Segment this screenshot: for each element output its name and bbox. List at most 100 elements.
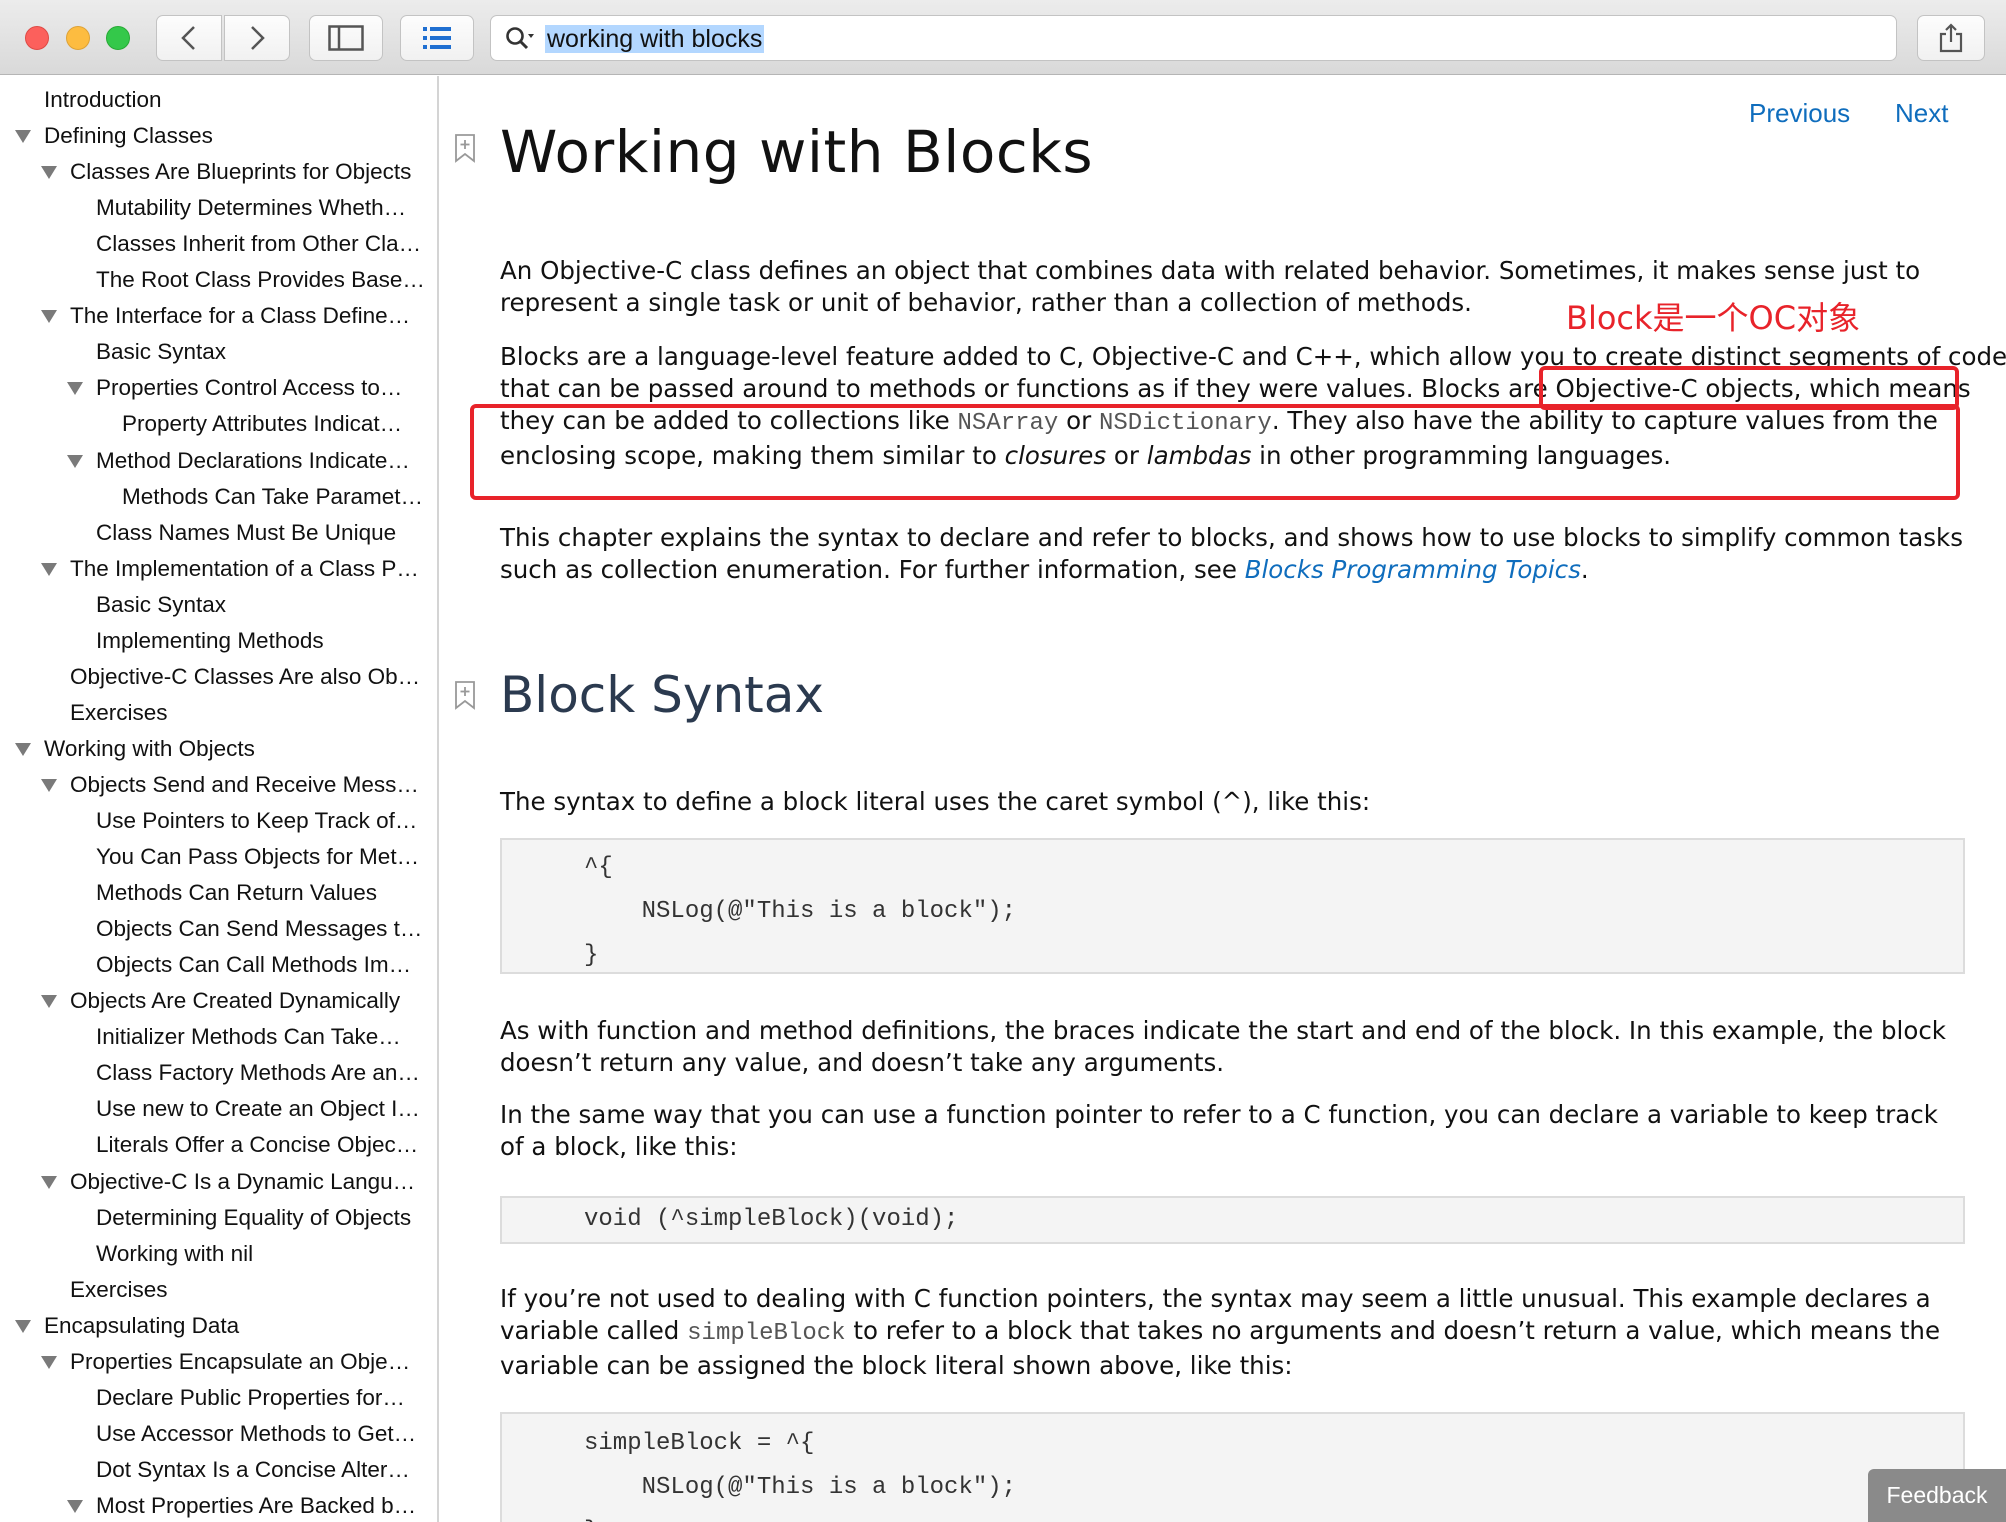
sidebar-item[interactable]: Use Accessor Methods to Get… bbox=[96, 1419, 416, 1449]
sidebar-item[interactable]: Use Pointers to Keep Track of… bbox=[96, 806, 417, 836]
list-icon bbox=[423, 27, 451, 49]
sidebar-item[interactable]: Class Names Must Be Unique bbox=[96, 518, 396, 548]
disclosure-triangle-icon[interactable] bbox=[41, 166, 57, 180]
sidebar-item[interactable]: Objective-C Classes Are also Ob… bbox=[70, 662, 420, 692]
sidebar-item[interactable]: Objective-C Is a Dynamic Langu… bbox=[70, 1167, 415, 1197]
sidebar-item[interactable]: Class Factory Methods Are an… bbox=[96, 1058, 420, 1088]
sidebar-item[interactable]: Defining Classes bbox=[44, 121, 213, 151]
sidebar-item[interactable]: Basic Syntax bbox=[96, 337, 226, 367]
disclosure-triangle-icon[interactable] bbox=[15, 742, 31, 756]
sidebar-item[interactable]: Encapsulating Data bbox=[44, 1311, 239, 1341]
chevron-right-icon bbox=[251, 26, 265, 50]
search-field[interactable]: working with blocks bbox=[490, 15, 1897, 61]
next-link[interactable]: Next bbox=[1895, 98, 1948, 129]
sidebar-item[interactable]: Use new to Create an Object I… bbox=[96, 1094, 420, 1124]
sidebar-item[interactable]: Property Attributes Indicat… bbox=[122, 409, 402, 439]
caret-syntax-paragraph: The syntax to define a block literal use… bbox=[500, 787, 1371, 816]
code-line: } bbox=[584, 942, 599, 969]
code-block-declaration: void (^simpleBlock)(void); bbox=[500, 1196, 1965, 1244]
disclosure-triangle-icon[interactable] bbox=[67, 382, 83, 396]
table-of-contents-button[interactable] bbox=[400, 15, 474, 61]
code-line: ^{ bbox=[584, 854, 613, 881]
paragraph-text: . bbox=[1580, 555, 1589, 584]
sidebar-item[interactable]: Methods Can Take Paramet… bbox=[122, 482, 423, 512]
forward-button[interactable] bbox=[224, 15, 290, 61]
disclosure-triangle-icon[interactable] bbox=[67, 1499, 83, 1513]
disclosure-triangle-icon[interactable] bbox=[67, 454, 83, 468]
sidebar-item[interactable]: Mutability Determines Wheth… bbox=[96, 193, 406, 223]
code-block-literal: ^{ NSLog(@"This is a block"); } bbox=[500, 838, 1965, 974]
code-line: }; bbox=[584, 1516, 613, 1522]
section-title: Block Syntax bbox=[500, 666, 824, 724]
sidebar-item[interactable]: Properties Control Access to… bbox=[96, 373, 402, 403]
disclosure-triangle-icon[interactable] bbox=[15, 1319, 31, 1333]
share-icon bbox=[1939, 23, 1963, 53]
sidebar-item[interactable]: Classes Are Blueprints for Objects bbox=[70, 157, 411, 187]
sidebar-item[interactable]: Exercises bbox=[70, 698, 168, 728]
paragraph-text: This chapter explains the syntax to decl… bbox=[500, 523, 1964, 584]
function-pointer-paragraph: In the same way that you can use a funct… bbox=[500, 1100, 1938, 1161]
minimize-window-button[interactable] bbox=[66, 26, 90, 50]
table-of-contents-sidebar: Introduction Defining Classes Classes Are … bbox=[0, 76, 439, 1522]
code-block-assignment: simpleBlock = ^{ NSLog(@"This is a block… bbox=[500, 1412, 1965, 1522]
code-line: NSLog(@"This is a block"); bbox=[584, 898, 1017, 925]
close-window-button[interactable] bbox=[25, 26, 49, 50]
sidebar-item[interactable]: Literals Offer a Concise Objec… bbox=[96, 1130, 418, 1160]
sidebar-item[interactable]: The Implementation of a Class P… bbox=[70, 554, 419, 584]
annotation-highlight-box bbox=[470, 404, 1960, 500]
chapter-overview-paragraph: This chapter explains the syntax to decl… bbox=[500, 522, 1990, 586]
sidebar-item[interactable]: Basic Syntax bbox=[96, 590, 226, 620]
sidebar-item[interactable]: Declare Public Properties for… bbox=[96, 1383, 405, 1413]
sidebar-item[interactable]: Objects Are Created Dynamically bbox=[70, 986, 400, 1016]
window-toolbar: working with blocks bbox=[0, 0, 2006, 75]
disclosure-triangle-icon[interactable] bbox=[41, 310, 57, 324]
sidebar-item[interactable]: Initializer Methods Can Take… bbox=[96, 1022, 401, 1052]
sidebar-item[interactable]: Introduction bbox=[44, 85, 162, 115]
sidebar-icon bbox=[328, 25, 364, 51]
bookmark-icon[interactable] bbox=[454, 133, 476, 163]
search-icon bbox=[506, 27, 534, 50]
blocks-programming-topics-link[interactable]: Blocks Programming Topics bbox=[1245, 555, 1581, 584]
sidebar-item[interactable]: Classes Inherit from Other Cla… bbox=[96, 229, 421, 259]
share-button[interactable] bbox=[1917, 15, 1985, 61]
code-line: void (^simpleBlock)(void); bbox=[584, 1206, 959, 1233]
sidebar-item[interactable]: Implementing Methods bbox=[96, 626, 324, 656]
sidebar-item[interactable]: You Can Pass Objects for Met… bbox=[96, 842, 419, 872]
feedback-button[interactable]: Feedback bbox=[1868, 1469, 2006, 1522]
disclosure-triangle-icon[interactable] bbox=[41, 778, 57, 792]
page-title: Working with Blocks bbox=[500, 118, 1094, 186]
sidebar-item[interactable]: The Interface for a Class Define… bbox=[70, 301, 410, 331]
code-line: NSLog(@"This is a block"); bbox=[584, 1474, 1017, 1501]
sidebar-item[interactable]: Determining Equality of Objects bbox=[96, 1203, 411, 1233]
disclosure-triangle-icon[interactable] bbox=[41, 1175, 57, 1189]
sidebar-item[interactable]: The Root Class Provides Base… bbox=[96, 265, 425, 295]
code-line: simpleBlock = ^{ bbox=[584, 1430, 815, 1457]
chevron-left-icon bbox=[181, 26, 195, 50]
sidebar-item[interactable]: Method Declarations Indicate… bbox=[96, 446, 410, 476]
disclosure-triangle-icon[interactable] bbox=[41, 995, 57, 1009]
sidebar-item[interactable]: Exercises bbox=[70, 1275, 168, 1305]
disclosure-triangle-icon[interactable] bbox=[41, 1355, 57, 1369]
disclosure-triangle-icon[interactable] bbox=[15, 130, 31, 144]
simpleblock-paragraph: If you’re not used to dealing with C fun… bbox=[500, 1283, 2006, 1382]
sidebar-item[interactable]: Methods Can Return Values bbox=[96, 878, 377, 908]
sidebar-item[interactable]: Dot Syntax Is a Concise Alter… bbox=[96, 1455, 410, 1485]
bookmark-icon[interactable] bbox=[454, 680, 476, 710]
previous-link[interactable]: Previous bbox=[1749, 98, 1850, 129]
search-input-value[interactable]: working with blocks bbox=[545, 25, 765, 53]
sidebar-item[interactable]: Working with Objects bbox=[44, 734, 255, 764]
sidebar-item[interactable]: Objects Can Send Messages t… bbox=[96, 914, 422, 944]
article-content: Previous Next Working with Blocks An Obj… bbox=[441, 76, 2006, 1522]
annotation-label: Block是一个OC对象 bbox=[1566, 299, 1861, 337]
braces-paragraph: As with function and method definitions,… bbox=[500, 1016, 1946, 1077]
sidebar-item[interactable]: Objects Can Call Methods Im… bbox=[96, 950, 411, 980]
simpleblock-code: simpleBlock bbox=[687, 1320, 846, 1347]
disclosure-triangle-icon[interactable] bbox=[41, 562, 57, 576]
back-button[interactable] bbox=[156, 15, 222, 61]
sidebar-item[interactable]: Working with nil bbox=[96, 1239, 253, 1269]
sidebar-item[interactable]: Objects Send and Receive Mess… bbox=[70, 770, 419, 800]
sidebar-item[interactable]: Most Properties Are Backed b… bbox=[96, 1491, 416, 1521]
sidebar-item[interactable]: Properties Encapsulate an Obje… bbox=[70, 1347, 410, 1377]
toggle-sidebar-button[interactable] bbox=[309, 15, 383, 61]
zoom-window-button[interactable] bbox=[106, 26, 130, 50]
